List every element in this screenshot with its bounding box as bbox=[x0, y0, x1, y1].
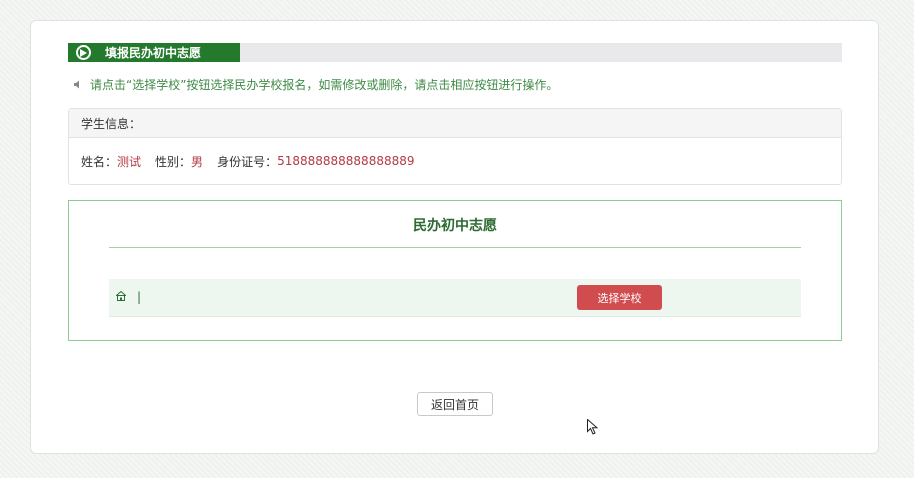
speaker-icon bbox=[74, 80, 82, 89]
gender-value: 男 bbox=[191, 154, 204, 169]
name-label: 姓名： bbox=[81, 154, 118, 169]
school-icon bbox=[116, 291, 126, 301]
instruction-notice: 请点击“选择学校”按钮选择民办学校报名，如需修改或删除，请点击相应按钮进行操作。 bbox=[74, 76, 558, 93]
instruction-text: 请点击“选择学校”按钮选择民办学校报名，如需修改或删除，请点击相应按钮进行操作。 bbox=[90, 78, 559, 92]
section-title: 填报民办初中志愿 bbox=[105, 46, 202, 60]
id-value: 518888888888888889 bbox=[277, 154, 415, 168]
mouse-pointer-icon bbox=[587, 419, 598, 435]
name-value: 测试 bbox=[117, 154, 142, 169]
gender-label: 性别： bbox=[155, 154, 192, 169]
section-title-tab: 填报民办初中志愿 bbox=[68, 43, 240, 62]
id-label: 身份证号： bbox=[217, 154, 278, 169]
student-info-heading: 学生信息： bbox=[69, 109, 841, 138]
wish-row: | 选择学校 bbox=[109, 279, 801, 317]
section-title-bar: 填报民办初中志愿 bbox=[68, 43, 842, 62]
play-circle-icon bbox=[76, 45, 91, 60]
school-name-separator: | bbox=[137, 290, 142, 304]
wish-panel-title: 民办初中志愿 bbox=[109, 201, 801, 248]
main-card: 填报民办初中志愿 请点击“选择学校”按钮选择民办学校报名，如需修改或删除，请点击… bbox=[30, 20, 879, 454]
student-info-panel: 学生信息： 姓名： 测试 性别： 男 身份证号： 518888888888888… bbox=[68, 108, 842, 185]
back-home-button[interactable]: 返回首页 bbox=[417, 392, 493, 416]
student-info-body: 姓名： 测试 性别： 男 身份证号： 518888888888888889 bbox=[69, 138, 841, 184]
select-school-button[interactable]: 选择学校 bbox=[577, 285, 662, 310]
wish-panel: 民办初中志愿 | 选择学校 bbox=[68, 200, 842, 341]
